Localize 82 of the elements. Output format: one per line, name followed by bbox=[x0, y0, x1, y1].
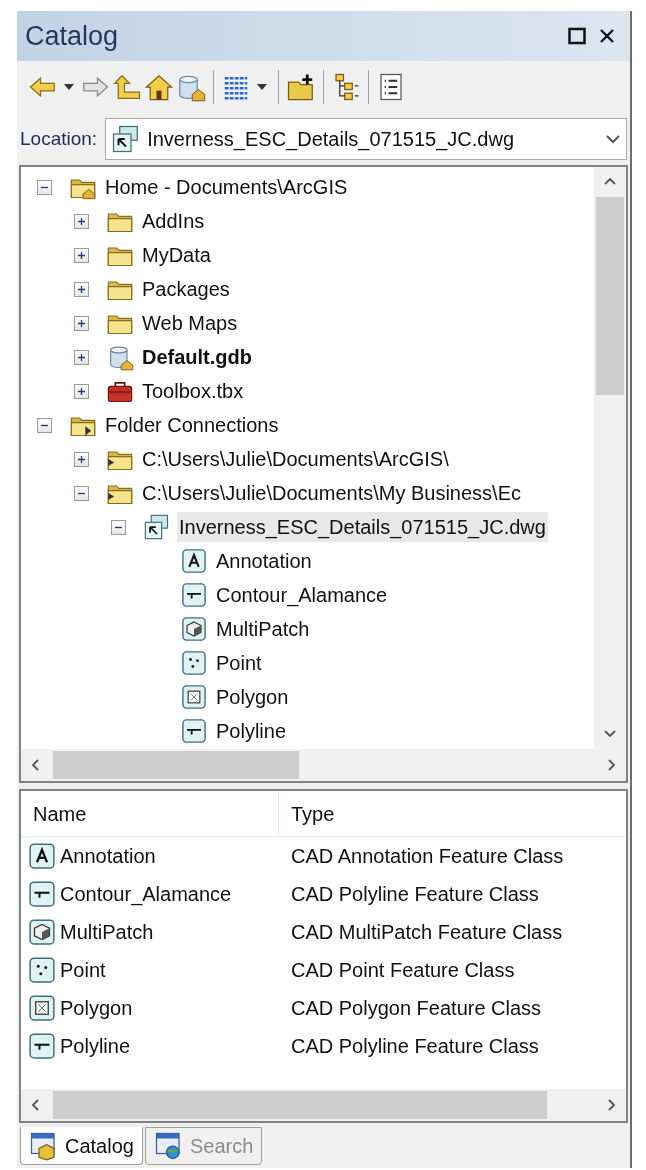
tree-item[interactable]: Inverness_ESC_Details_071515_JC.dwg bbox=[177, 512, 548, 542]
polyline-icon bbox=[27, 879, 57, 909]
list-row[interactable]: Polygon CAD Polygon Feature Class bbox=[21, 989, 626, 1027]
scroll-thumb[interactable] bbox=[53, 1091, 547, 1119]
polyline-icon bbox=[27, 1031, 57, 1061]
tree-item[interactable]: Packages bbox=[140, 274, 232, 304]
tree-item[interactable]: Home - Documents\ArcGIS bbox=[103, 172, 350, 202]
tab[interactable]: Catalog bbox=[20, 1127, 143, 1165]
expand-button[interactable] bbox=[74, 383, 89, 399]
collapse-button[interactable] bbox=[111, 519, 126, 535]
table-cell-text: Annotation bbox=[60, 844, 156, 869]
point-icon bbox=[27, 955, 57, 985]
polyline-icon bbox=[180, 581, 208, 609]
tree-item[interactable]: Polyline bbox=[214, 716, 289, 746]
cube-icon bbox=[27, 917, 57, 947]
point-icon bbox=[180, 649, 208, 677]
dropdown-chevron-icon[interactable] bbox=[605, 133, 621, 145]
plus-icon bbox=[77, 352, 86, 362]
table-cell-text: CAD Point Feature Class bbox=[290, 958, 515, 983]
expand-button[interactable] bbox=[74, 213, 89, 229]
tree-item[interactable]: Annotation bbox=[214, 546, 314, 576]
plus-icon bbox=[77, 216, 86, 226]
table-cell-text: CAD Polyline Feature Class bbox=[290, 882, 539, 907]
plus-icon bbox=[77, 454, 86, 464]
tree-item[interactable]: MyData bbox=[140, 240, 213, 270]
list-row[interactable]: Point CAD Point Feature Class bbox=[21, 951, 626, 989]
expand-button[interactable] bbox=[74, 451, 89, 467]
column-header[interactable]: Name bbox=[21, 791, 279, 836]
list-row[interactable]: MultiPatch CAD MultiPatch Feature Class bbox=[21, 913, 626, 951]
table-cell-text: Point bbox=[60, 958, 106, 983]
tree-item[interactable]: Contour_Alamance bbox=[214, 580, 390, 610]
table-cell-text: Polyline bbox=[60, 1034, 131, 1059]
table-cell-text: CAD Polygon Feature Class bbox=[290, 996, 542, 1021]
tree-item[interactable]: Web Maps bbox=[140, 308, 240, 338]
annotation-icon bbox=[180, 547, 208, 575]
collapse-button[interactable] bbox=[37, 179, 52, 195]
expand-button[interactable] bbox=[74, 315, 89, 331]
horizontal-scrollbar[interactable] bbox=[21, 749, 626, 781]
maximize-icon bbox=[568, 27, 586, 45]
panel-title: Catalog bbox=[25, 19, 120, 53]
column-header[interactable]: Type bbox=[279, 791, 626, 836]
table-cell-text: CAD Annotation Feature Class bbox=[290, 844, 564, 869]
collapse-button[interactable] bbox=[37, 417, 52, 433]
location-value: Inverness_ESC_Details_071515_JC.dwg bbox=[147, 127, 515, 153]
plus-icon bbox=[77, 318, 86, 328]
table-cell-text: Contour_Alamance bbox=[60, 882, 232, 908]
table-cell-text: CAD Polyline Feature Class bbox=[290, 1034, 539, 1059]
vertical-scrollbar[interactable] bbox=[594, 167, 626, 749]
tree-item[interactable]: MultiPatch bbox=[214, 614, 312, 644]
tree-item[interactable]: Point bbox=[214, 648, 264, 678]
plus-icon bbox=[77, 386, 86, 396]
tree-item[interactable]: C:\Users\Julie\Documents\My Business\Ec bbox=[140, 478, 523, 508]
close-icon bbox=[598, 27, 616, 45]
polygon-icon bbox=[180, 683, 208, 711]
tree-item[interactable]: Default.gdb bbox=[140, 342, 254, 372]
list-row[interactable]: Polyline CAD Polyline Feature Class bbox=[21, 1027, 626, 1065]
drawing-layers-icon bbox=[143, 513, 171, 541]
polygon-icon bbox=[27, 993, 57, 1023]
polyline-icon bbox=[180, 717, 208, 745]
expand-button[interactable] bbox=[74, 349, 89, 365]
tree-item[interactable]: Toolbox.tbx bbox=[140, 376, 246, 406]
expand-button[interactable] bbox=[74, 281, 89, 297]
plus-icon bbox=[77, 250, 86, 260]
horizontal-scrollbar[interactable] bbox=[21, 1089, 626, 1121]
tree-item[interactable]: Folder Connections bbox=[103, 410, 281, 440]
list-row[interactable]: Contour_Alamance CAD Polyline Feature Class bbox=[21, 875, 626, 913]
cube-icon bbox=[180, 615, 208, 643]
scroll-thumb[interactable] bbox=[596, 197, 624, 395]
tree-item[interactable]: AddIns bbox=[140, 206, 207, 236]
annotation-icon bbox=[27, 841, 57, 871]
expand-button[interactable] bbox=[74, 247, 89, 263]
plus-icon bbox=[77, 284, 86, 294]
location-field[interactable]: Inverness_ESC_Details_071515_JC.dwg bbox=[105, 118, 627, 160]
table-cell-text: MultiPatch bbox=[60, 920, 154, 945]
collapse-button[interactable] bbox=[74, 485, 89, 501]
location-label: Location: bbox=[20, 126, 98, 151]
tree-item[interactable]: C:\Users\Julie\Documents\ArcGIS\ bbox=[140, 444, 451, 474]
table-cell-text: CAD MultiPatch Feature Class bbox=[290, 920, 563, 945]
table-cell-text: Polygon bbox=[60, 996, 133, 1021]
scroll-thumb[interactable] bbox=[53, 751, 299, 779]
tree-item[interactable]: Polygon bbox=[214, 682, 291, 712]
list-row[interactable]: Annotation CAD Annotation Feature Class bbox=[21, 837, 626, 875]
